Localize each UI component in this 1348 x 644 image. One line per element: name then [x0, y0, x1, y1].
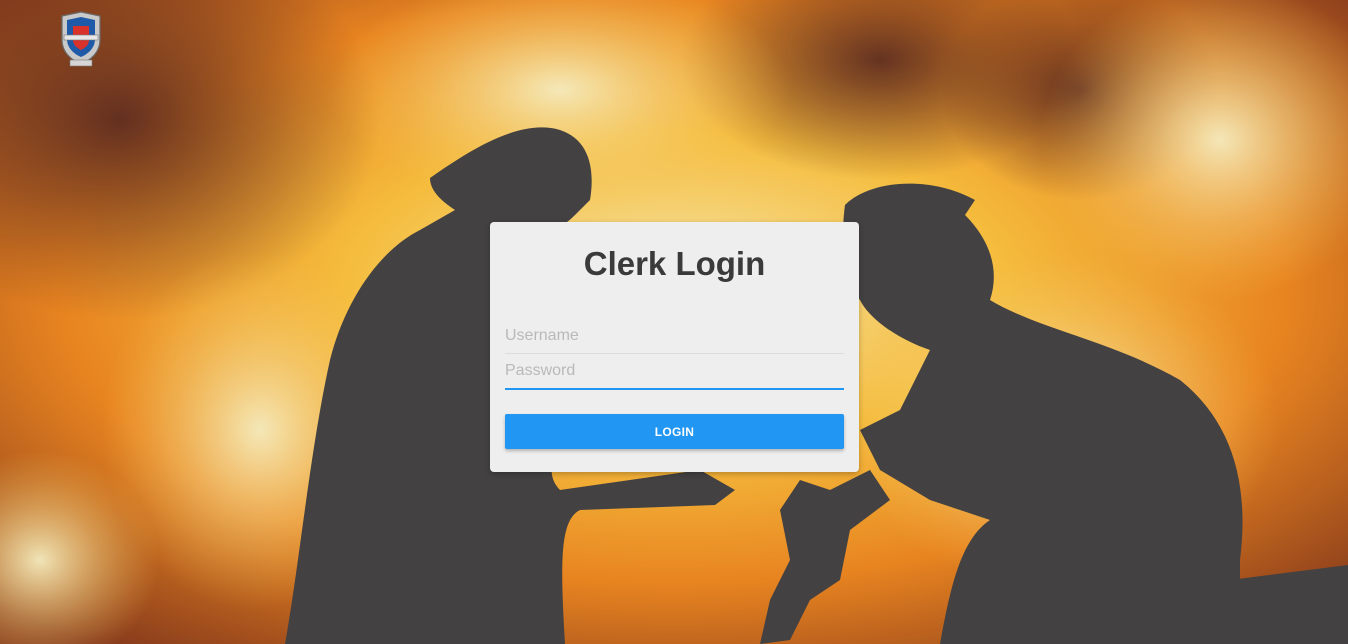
password-input[interactable]	[505, 356, 844, 390]
username-input[interactable]	[505, 321, 844, 354]
fire-department-crest-logo	[61, 11, 101, 67]
login-page: Clerk Login LOGIN	[0, 0, 1348, 644]
login-button[interactable]: LOGIN	[505, 414, 844, 449]
login-title: Clerk Login	[583, 245, 766, 282]
login-card: Clerk Login LOGIN	[490, 222, 859, 472]
